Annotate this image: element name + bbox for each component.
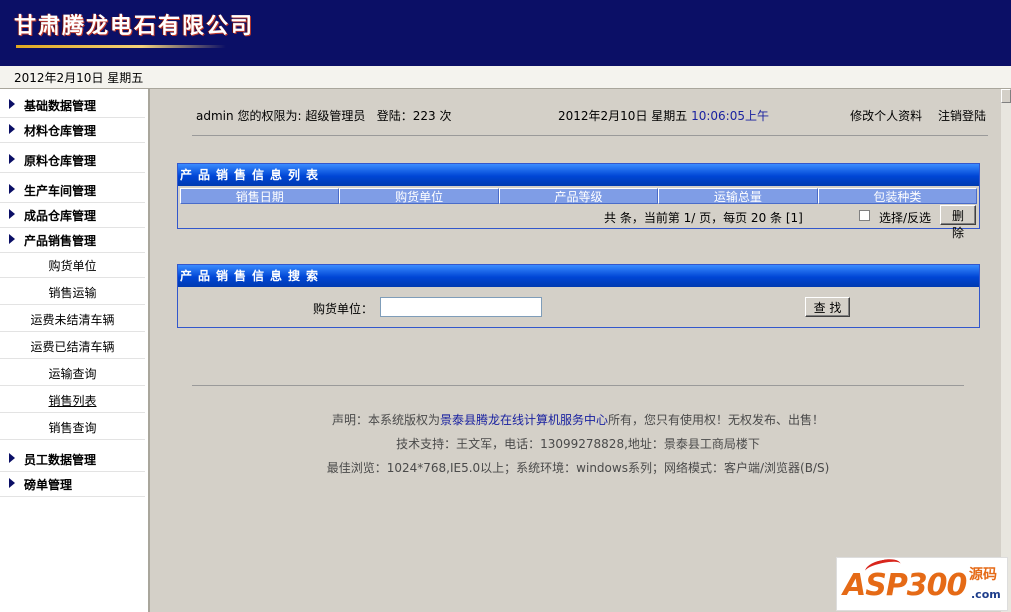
arrow-right-icon — [9, 184, 15, 194]
panel-title: 产品销售信息搜索 — [178, 265, 979, 287]
sidebar-subitem-label: 运费已结清车辆 — [30, 340, 115, 354]
footer-copyright: 声明：本系统版权为景泰县腾龙在线计算机服务中心所有，您只有使用权！无权发布、出售… — [192, 411, 964, 428]
scroll-up-button[interactable] — [1001, 89, 1011, 103]
edit-profile-link[interactable]: 修改个人资料 — [850, 109, 922, 123]
arrow-right-icon — [9, 234, 15, 244]
sidebar-subitem-sales-list[interactable]: 销售列表 — [0, 386, 145, 413]
sidebar-subitem-sales-transport[interactable]: 销售运输 — [0, 278, 145, 305]
arrow-right-icon — [9, 453, 15, 463]
sidebar-subitem-sales-query[interactable]: 销售查询 — [0, 413, 145, 440]
column-header: 运输总量 — [658, 188, 818, 204]
current-date: 2012年2月10日 星期五 — [14, 71, 144, 85]
sidebar-subitem-label: 销售运输 — [48, 286, 97, 300]
panel-title: 产品销售信息列表 — [178, 164, 979, 186]
column-header: 销售日期 — [180, 188, 340, 204]
sidebar-subitem-paid-vehicles[interactable]: 运费已结清车辆 — [0, 332, 145, 359]
arrow-right-icon — [9, 124, 15, 134]
date-bar: 2012年2月10日 星期五 — [0, 66, 1011, 89]
app-header: 甘肃腾龙电石有限公司 — [0, 0, 1011, 66]
search-button[interactable]: 查 找 — [805, 297, 850, 317]
sidebar-item-label: 磅单管理 — [24, 478, 73, 492]
copyright-link[interactable]: 景泰县腾龙在线计算机服务中心 — [440, 413, 608, 427]
company-logo-text: 甘肃腾龙电石有限公司 — [14, 13, 255, 39]
sidebar-subitem-transport-query[interactable]: 运输查询 — [0, 359, 145, 386]
buyer-field-label: 购货单位： — [313, 302, 374, 316]
sidebar-subitem-label: 运费未结清车辆 — [30, 313, 115, 327]
copyright-suffix: 所有，您只有使用权！无权发布、出售！ — [608, 413, 825, 427]
sidebar-item-weighbill[interactable]: 磅单管理 — [0, 472, 145, 497]
column-header: 包装种类 — [817, 188, 978, 204]
user-info-bar: admin 您的权限为: 超级管理员 登陆：223 次 2012年2月10日 星… — [192, 105, 988, 136]
copyright-prefix: 声明：本系统版权为 — [331, 413, 440, 427]
sidebar-subitem-label: 购货单位 — [48, 259, 97, 273]
select-all-checkbox[interactable] — [859, 210, 870, 221]
sidebar-item-label: 原料仓库管理 — [24, 154, 97, 168]
watermark-logo-text: ASP300 — [843, 568, 967, 603]
info-time: 10:06:05上午 — [691, 109, 769, 123]
arrow-right-icon — [9, 154, 15, 164]
sidebar-item-label: 员工数据管理 — [24, 453, 97, 467]
sidebar-item-label: 材料仓库管理 — [24, 124, 97, 138]
sidebar-item-label: 基础数据管理 — [24, 99, 97, 113]
sidebar-item-label: 生产车间管理 — [24, 184, 97, 198]
sidebar-item-product-warehouse[interactable]: 成品仓库管理 — [0, 203, 145, 228]
sidebar-subitem-buyers[interactable]: 购货单位 — [0, 251, 145, 278]
search-row: 购货单位： 查 找 — [178, 287, 979, 327]
logo-underline — [16, 45, 226, 48]
sidebar-nav: 基础数据管理 材料仓库管理 原料仓库管理 生产车间管理 成品仓库管理 产品销售管… — [0, 89, 150, 612]
column-header: 产品等级 — [498, 188, 659, 204]
vertical-scrollbar[interactable] — [1001, 89, 1011, 612]
watermark-logo-cn: 源码 — [969, 567, 997, 583]
account-links: 修改个人资料 注销登陆 — [838, 107, 986, 124]
permission-label: 您的权限为: — [237, 109, 302, 123]
pagination-text: 共 条，当前第 1/ 页，每页 20 条 [1] — [604, 211, 803, 225]
sales-list-panel: 产品销售信息列表 销售日期 购货单位 产品等级 运输总量 包装种类 共 条，当前… — [177, 163, 980, 240]
sidebar-item-label: 产品销售管理 — [24, 234, 97, 248]
watermark-logo: ASP300 源码 .com — [836, 556, 1008, 611]
sidebar-subitem-label: 运输查询 — [48, 367, 97, 381]
footer-divider — [192, 385, 964, 386]
select-all-label: 选择/反选 — [879, 211, 932, 225]
pager-row: 共 条，当前第 1/ 页，每页 20 条 [1] 选择/反选 删除 — [178, 204, 979, 240]
buyer-search-input[interactable] — [380, 297, 542, 317]
arrow-right-icon — [9, 99, 15, 109]
username: admin — [196, 109, 234, 123]
sidebar-item-basic-data[interactable]: 基础数据管理 — [0, 93, 145, 118]
sales-search-panel: 产品销售信息搜索 购货单位： 查 找 — [177, 264, 980, 328]
sidebar-item-raw-warehouse[interactable]: 原料仓库管理 — [0, 148, 145, 173]
delete-button[interactable]: 删除 — [940, 205, 976, 240]
sidebar-item-product-sales[interactable]: 产品销售管理 — [0, 228, 145, 253]
logout-link[interactable]: 注销登陆 — [938, 109, 986, 123]
watermark-logo-domain: .com — [971, 588, 1001, 601]
arrow-right-icon — [9, 478, 15, 488]
info-date: 2012年2月10日 星期五 — [558, 109, 688, 123]
sidebar-subitem-label: 销售列表 — [48, 394, 97, 408]
user-info: admin 您的权限为: 超级管理员 登陆：223 次 — [196, 107, 452, 124]
footer-browser-note: 最佳浏览：1024*768,IE5.0以上；系统环境：windows系列；网络模… — [326, 461, 830, 475]
sidebar-item-staff-data[interactable]: 员工数据管理 — [0, 447, 145, 472]
table-header: 销售日期 购货单位 产品等级 运输总量 包装种类 — [180, 188, 978, 204]
login-count: 登陆：223 次 — [376, 109, 452, 123]
user-role: 超级管理员 — [305, 109, 366, 123]
footer-support: 技术支持：王文军，电话：13099278828,地址：景泰县工商局楼下 — [396, 437, 760, 451]
arrow-right-icon — [9, 209, 15, 219]
sidebar-subitem-label: 销售查询 — [48, 421, 97, 435]
sidebar-item-label: 成品仓库管理 — [24, 209, 97, 223]
sidebar-item-material-warehouse[interactable]: 材料仓库管理 — [0, 118, 145, 143]
column-header: 购货单位 — [339, 188, 499, 204]
sidebar-subitem-unpaid-vehicles[interactable]: 运费未结清车辆 — [0, 305, 145, 332]
datetime: 2012年2月10日 星期五 10:06:05上午 — [558, 107, 769, 124]
sidebar-item-workshop[interactable]: 生产车间管理 — [0, 178, 145, 203]
